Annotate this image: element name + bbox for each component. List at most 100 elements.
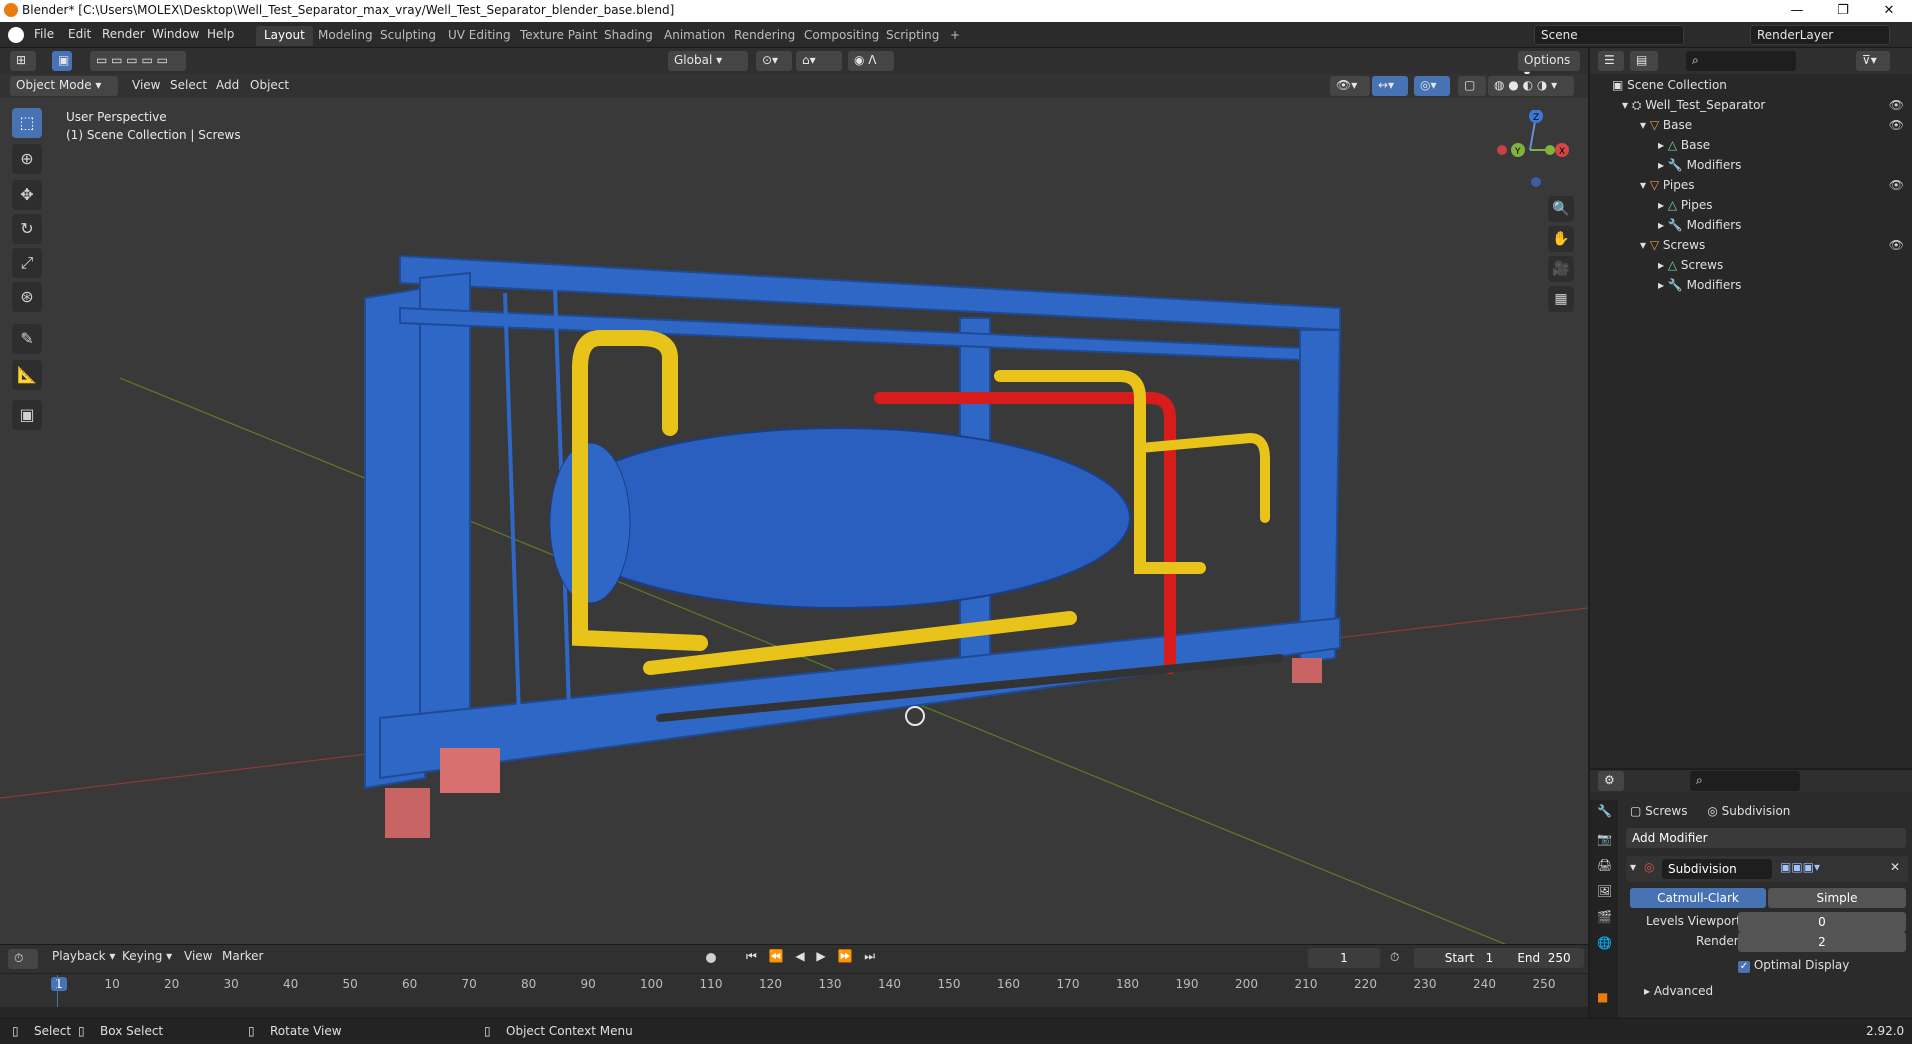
gizmo-toggle-icon[interactable]: ↔▾: [1372, 76, 1408, 96]
outliner-row[interactable]: ▾ ▽ Pipes: [1640, 178, 1694, 198]
vp-menu-add[interactable]: Add: [216, 78, 239, 92]
outliner-row[interactable]: ▾ ⛭ Well_Test_Separator: [1622, 98, 1765, 118]
expand-chevron-icon[interactable]: ▸: [1658, 198, 1668, 212]
levels-viewport-field[interactable]: 0: [1738, 912, 1906, 932]
tab-shading[interactable]: Shading: [596, 26, 661, 46]
outliner-row[interactable]: ▸ △ Screws: [1658, 258, 1723, 278]
blender-menu-icon[interactable]: [8, 27, 24, 43]
vp-menu-select[interactable]: Select: [170, 78, 207, 92]
expand-chevron-icon[interactable]: ▾: [1640, 118, 1650, 132]
modifier-name-input[interactable]: Subdivision: [1662, 859, 1772, 879]
mode-dropdown[interactable]: Object Mode ▾: [10, 76, 118, 96]
pivot-icon[interactable]: ⊙▾: [756, 51, 792, 71]
visibility-icon[interactable]: 👁▾: [1330, 76, 1370, 96]
tab-modeling[interactable]: Modeling: [310, 26, 381, 46]
expand-chevron-icon[interactable]: ▾: [1640, 178, 1650, 192]
navigation-gizmo[interactable]: Z Y X: [1490, 110, 1570, 190]
snap-icon[interactable]: ⌂▾: [796, 51, 842, 71]
tab-uv-editing[interactable]: UV Editing: [440, 26, 519, 46]
menu-playback[interactable]: Playback ▾: [52, 949, 115, 963]
selection-mode-icons[interactable]: ▭ ▭ ▭ ▭ ▭: [90, 51, 186, 71]
outliner-row[interactable]: ▸ △ Pipes: [1658, 198, 1712, 218]
tab-rendering[interactable]: Rendering: [726, 26, 803, 46]
expand-chevron-icon[interactable]: ▸: [1658, 218, 1668, 232]
transform-tool-icon[interactable]: ⊛: [12, 282, 42, 312]
camera-view-icon[interactable]: 🎥: [1548, 256, 1574, 282]
output-tab-icon[interactable]: 🖨: [1597, 858, 1612, 872]
scene-selector[interactable]: Scene: [1534, 25, 1684, 45]
view-layer-tab-icon[interactable]: 🖼: [1597, 884, 1612, 898]
options-dropdown[interactable]: Options ▾: [1518, 51, 1580, 81]
tab-animation[interactable]: Animation: [656, 26, 733, 46]
record-icon[interactable]: [706, 953, 716, 963]
tab-sculpting[interactable]: Sculpting: [372, 26, 444, 46]
visibility-eye-icon[interactable]: 👁: [1889, 238, 1904, 252]
object-tab-icon[interactable]: ■: [1597, 990, 1608, 1004]
visibility-eye-icon[interactable]: 👁: [1889, 178, 1904, 192]
zoom-view-icon[interactable]: 🔍: [1548, 196, 1574, 222]
add-modifier-dropdown[interactable]: Add Modifier: [1626, 828, 1906, 848]
optimal-display-checkbox[interactable]: ✓ Optimal Display: [1738, 958, 1849, 973]
menu-file[interactable]: File: [34, 27, 54, 41]
menu-keying[interactable]: Keying ▾: [122, 949, 172, 963]
timeline-editor-icon[interactable]: ⏱: [8, 949, 38, 969]
outliner-row[interactable]: ▸ △ Base: [1658, 138, 1710, 158]
render-levels-field[interactable]: 2: [1738, 932, 1906, 952]
menu-help[interactable]: Help: [207, 27, 234, 41]
scene-tab-icon[interactable]: 🎬: [1597, 910, 1612, 924]
outliner-row[interactable]: ▸ 🔧 Modifiers: [1658, 158, 1741, 178]
outliner-row[interactable]: ▾ ▽ Base: [1640, 118, 1692, 138]
scene-collection-row[interactable]: ▣ Scene Collection: [1612, 78, 1727, 98]
preview-range-icon[interactable]: ⏱: [1390, 950, 1399, 965]
tab-texture-paint[interactable]: Texture Paint: [512, 26, 605, 46]
select-tool-icon[interactable]: ⬚: [12, 108, 42, 138]
tab-layout[interactable]: Layout: [256, 26, 313, 46]
outliner-editor-icon[interactable]: ☰: [1598, 51, 1624, 71]
outliner-row[interactable]: ▸ 🔧 Modifiers: [1658, 278, 1741, 298]
world-tab-icon[interactable]: 🌐: [1597, 936, 1612, 950]
remove-modifier-icon[interactable]: ✕: [1890, 860, 1900, 874]
minimize-button[interactable]: —: [1774, 0, 1820, 22]
vp-menu-view[interactable]: View: [132, 78, 160, 92]
tool-tab-icon[interactable]: 🔧: [1597, 804, 1612, 818]
visibility-eye-icon[interactable]: 👁: [1889, 118, 1904, 132]
end-frame-field[interactable]: End 250: [1504, 948, 1584, 968]
tab-scripting[interactable]: Scripting: [878, 26, 947, 46]
expand-chevron-icon[interactable]: ▾: [1622, 98, 1632, 112]
tab-compositing[interactable]: Compositing: [796, 26, 887, 46]
xray-icon[interactable]: ▢: [1458, 76, 1486, 96]
rotate-tool-icon[interactable]: ↻: [12, 214, 42, 244]
outliner-row[interactable]: ▸ 🔧 Modifiers: [1658, 218, 1741, 238]
display-mode-icon[interactable]: ▤: [1630, 51, 1658, 71]
renderlayer-selector[interactable]: RenderLayer: [1750, 25, 1890, 45]
editor-type-icon[interactable]: ⊞: [10, 51, 36, 71]
current-frame-field[interactable]: 1: [1308, 948, 1380, 968]
outliner-row[interactable]: ▾ ▽ Screws: [1640, 238, 1705, 258]
close-window-button[interactable]: ✕: [1866, 0, 1912, 22]
pan-view-icon[interactable]: ✋: [1548, 226, 1574, 252]
select-box-mode-icon[interactable]: ▣: [52, 51, 72, 71]
menu-marker[interactable]: Marker: [222, 949, 263, 963]
3d-viewport[interactable]: ⊞ ▣ ▭ ▭ ▭ ▭ ▭ Global ▾ ⊙▾ ⌂▾ ◉ Λ Options…: [0, 48, 1588, 944]
move-tool-icon[interactable]: ✥: [12, 180, 42, 210]
menu-timeline-view[interactable]: View: [184, 949, 212, 963]
expand-chevron-icon[interactable]: ▸: [1658, 278, 1668, 292]
vp-menu-object[interactable]: Object: [250, 78, 289, 92]
add-cube-tool-icon[interactable]: ▣: [12, 400, 42, 430]
cursor-tool-icon[interactable]: ⊕: [12, 144, 42, 174]
add-workspace-button[interactable]: +: [942, 26, 968, 46]
maximize-button[interactable]: ❐: [1820, 0, 1866, 22]
playback-controls-icon[interactable]: ⏮ ⏪ ◀ ▶ ⏩ ⏭: [746, 949, 879, 964]
menu-render[interactable]: Render: [102, 27, 145, 41]
visibility-eye-icon[interactable]: 👁: [1889, 98, 1904, 112]
catmull-clark-button[interactable]: Catmull-Clark: [1630, 888, 1766, 908]
menu-edit[interactable]: Edit: [68, 27, 91, 41]
measure-tool-icon[interactable]: 📐: [12, 360, 42, 390]
modifier-display-toggles-icon[interactable]: ▣▣▣▾: [1780, 860, 1820, 874]
collapse-chevron-icon[interactable]: ▾: [1630, 860, 1636, 874]
expand-chevron-icon[interactable]: ▾: [1640, 238, 1650, 252]
outliner-search-input[interactable]: ⌕: [1686, 51, 1796, 71]
overlay-toggle-icon[interactable]: ◎▾: [1414, 76, 1450, 96]
expand-chevron-icon[interactable]: ▸: [1658, 138, 1668, 152]
scene-canvas[interactable]: [0, 98, 1588, 944]
